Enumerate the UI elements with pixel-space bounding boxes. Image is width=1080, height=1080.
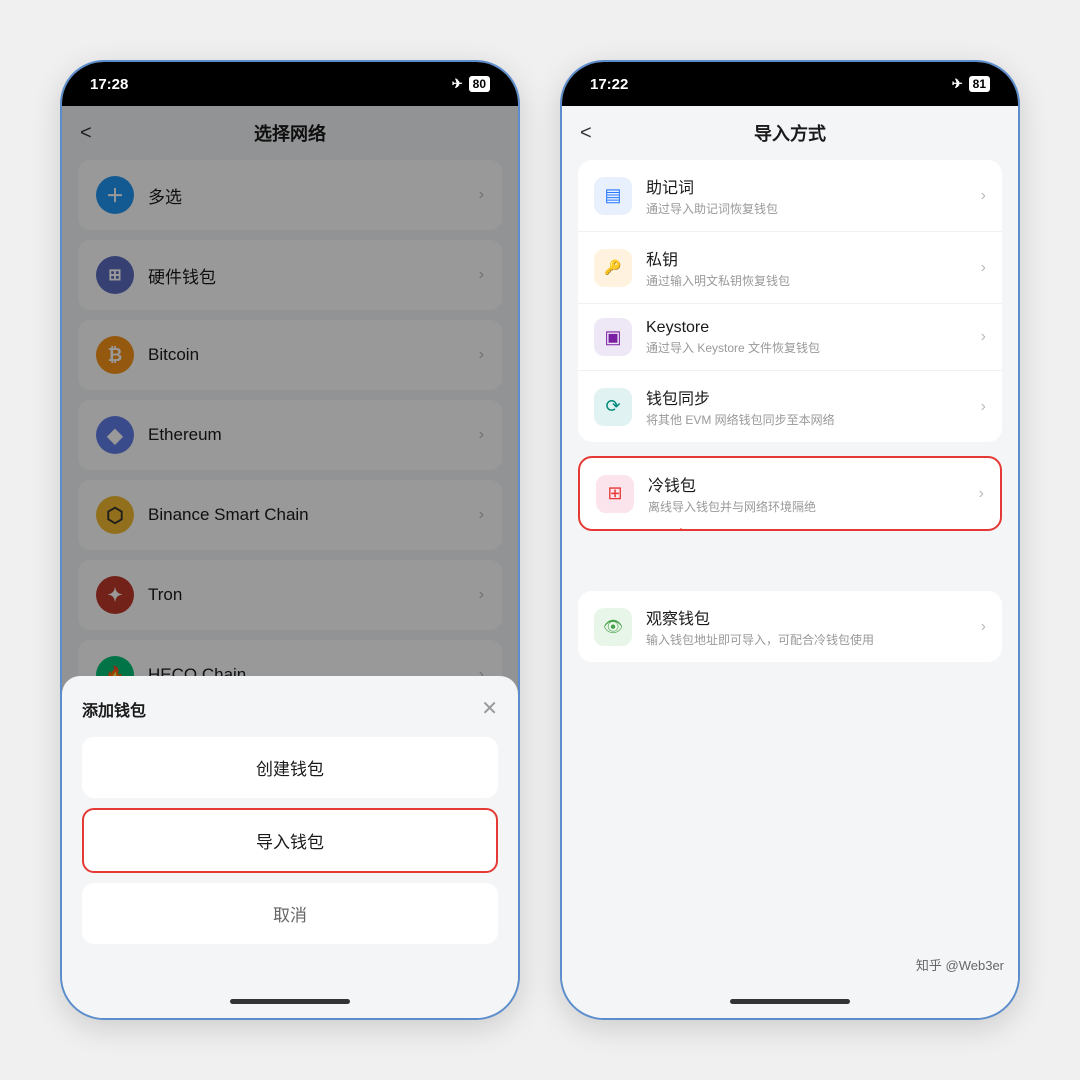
- right-home-indicator: [562, 984, 1018, 1018]
- left-battery: 80: [469, 76, 490, 92]
- walletsync-subtitle: 将其他 EVM 网络钱包同步至本网络: [646, 411, 835, 428]
- import-group-3: 👁 观察钱包 输入钱包地址即可导入，可配合冷钱包使用 ›: [578, 591, 1002, 662]
- watchwallet-icon: 👁: [594, 608, 632, 646]
- bottom-sheet-overlay: 添加钱包 ✕ 创建钱包 导入钱包 取消: [62, 106, 518, 984]
- create-wallet-button[interactable]: 创建钱包: [82, 737, 498, 798]
- airplane-icon: ✈: [452, 76, 463, 92]
- keystore-subtitle: 通过导入 Keystore 文件恢复钱包: [646, 339, 820, 356]
- mnemonic-subtitle: 通过导入助记词恢复钱包: [646, 200, 778, 217]
- import-watch-wallet[interactable]: 👁 观察钱包 输入钱包地址即可导入，可配合冷钱包使用 ›: [578, 591, 1002, 662]
- right-screen: < 导入方式 ▤ 助记词 通过导入助记词恢复钱包 ›: [562, 106, 1018, 984]
- left-status-icons: ✈ 80: [452, 76, 490, 92]
- right-status-bar: 17:22 ✈ 81: [562, 62, 1018, 106]
- mnemonic-chevron: ›: [981, 187, 986, 205]
- import-mnemonic[interactable]: ▤ 助记词 通过导入助记词恢复钱包 ›: [578, 160, 1002, 232]
- import-group-1: ▤ 助记词 通过导入助记词恢复钱包 › 🔑 私钥 通过输入明文私钥恢复钱包: [578, 160, 1002, 442]
- cold-wallet-arrow: [640, 519, 700, 531]
- left-home-indicator: [62, 984, 518, 1018]
- left-phone: 17:28 ✈ 80 < 选择网络 ＋ 多选 › ⊞ 硬件钱包: [60, 60, 520, 1020]
- coldwallet-icon: ⊞: [596, 475, 634, 513]
- privatekey-icon: 🔑: [594, 249, 632, 287]
- right-header: < 导入方式: [562, 106, 1018, 160]
- import-wallet-sync[interactable]: ⟳ 钱包同步 将其他 EVM 网络钱包同步至本网络 ›: [578, 371, 1002, 442]
- bottom-sheet-title: 添加钱包: [82, 697, 146, 721]
- left-home-bar: [230, 999, 350, 1004]
- right-status-icons: ✈ 81: [952, 76, 990, 92]
- walletsync-chevron: ›: [981, 398, 986, 416]
- keystore-icon: ▣: [594, 318, 632, 356]
- watchwallet-chevron: ›: [981, 618, 986, 636]
- walletsync-icon: ⟳: [594, 388, 632, 426]
- right-airplane-icon: ✈: [952, 76, 963, 92]
- keystore-title: Keystore: [646, 319, 820, 337]
- privatekey-subtitle: 通过输入明文私钥恢复钱包: [646, 272, 790, 289]
- coldwallet-subtitle: 离线导入钱包并与网络环境隔绝: [648, 498, 816, 515]
- right-back-button[interactable]: <: [580, 122, 592, 145]
- keystore-chevron: ›: [981, 328, 986, 346]
- right-header-title: 导入方式: [754, 120, 826, 146]
- privatekey-title: 私钥: [646, 246, 790, 270]
- arrow-cold-icon: [640, 519, 700, 531]
- cancel-button[interactable]: 取消: [82, 883, 498, 944]
- walletsync-title: 钱包同步: [646, 385, 835, 409]
- right-battery: 81: [969, 76, 990, 92]
- close-sheet-button[interactable]: ✕: [481, 696, 498, 721]
- right-phone: 17:22 ✈ 81 < 导入方式 ▤ 助记词 通过导入助记词恢复钱包: [560, 60, 1020, 1020]
- right-home-bar: [730, 999, 850, 1004]
- import-keystore[interactable]: ▣ Keystore 通过导入 Keystore 文件恢复钱包 ›: [578, 304, 1002, 371]
- coldwallet-title: 冷钱包: [648, 472, 816, 496]
- left-status-bar: 17:28 ✈ 80: [62, 62, 518, 106]
- import-group-2: ⊞ 冷钱包 离线导入钱包并与网络环境隔绝 ›: [578, 456, 1002, 531]
- left-time: 17:28: [90, 76, 128, 93]
- import-wallet-button[interactable]: 导入钱包: [82, 808, 498, 873]
- bottom-sheet-header: 添加钱包 ✕: [82, 696, 498, 721]
- coldwallet-chevron: ›: [979, 485, 984, 503]
- mnemonic-icon: ▤: [594, 177, 632, 215]
- import-privatekey[interactable]: 🔑 私钥 通过输入明文私钥恢复钱包 ›: [578, 232, 1002, 304]
- right-time: 17:22: [590, 76, 628, 93]
- watermark: 知乎 @Web3er: [916, 955, 1004, 974]
- bottom-sheet: 添加钱包 ✕ 创建钱包 导入钱包 取消: [62, 676, 518, 984]
- mnemonic-title: 助记词: [646, 174, 778, 198]
- watchwallet-title: 观察钱包: [646, 605, 874, 629]
- right-import-list: ▤ 助记词 通过导入助记词恢复钱包 › 🔑 私钥 通过输入明文私钥恢复钱包: [562, 160, 1018, 984]
- left-screen: < 选择网络 ＋ 多选 › ⊞ 硬件钱包 › ₿: [62, 106, 518, 984]
- privatekey-chevron: ›: [981, 259, 986, 277]
- watchwallet-subtitle: 输入钱包地址即可导入，可配合冷钱包使用: [646, 631, 874, 648]
